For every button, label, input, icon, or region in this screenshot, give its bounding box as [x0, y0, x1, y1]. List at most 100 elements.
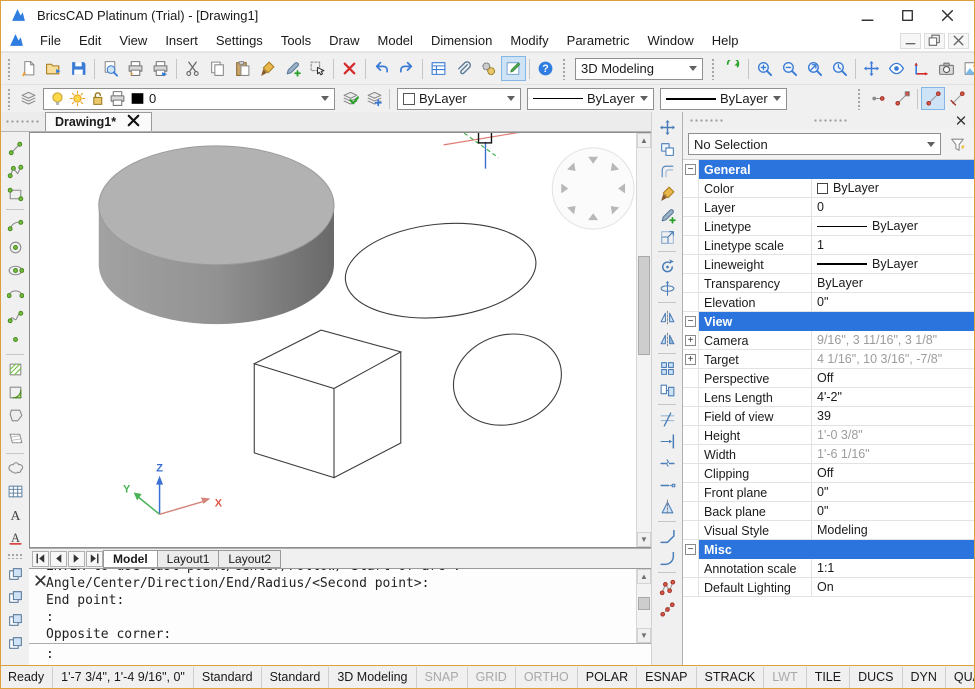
layer-select[interactable]: 0: [43, 88, 335, 110]
last-layout-button[interactable]: [86, 551, 103, 567]
property-value[interactable]: 4 1/16", 10 3/16", -7/8": [812, 350, 974, 368]
paste-icon[interactable]: [230, 56, 255, 81]
layer-states-icon[interactable]: [338, 87, 362, 110]
property-value[interactable]: 9/16", 3 11/16", 3 1/8": [812, 331, 974, 349]
mdi-close-button[interactable]: [948, 33, 969, 49]
explode-icon[interactable]: [655, 598, 679, 620]
property-row[interactable]: Annotation scale 1:1: [683, 559, 974, 578]
linetype-select[interactable]: ByLayer: [527, 88, 654, 110]
spline-icon[interactable]: [3, 305, 27, 328]
print-preview-icon[interactable]: [98, 56, 123, 81]
zoom-previous-icon[interactable]: [827, 56, 852, 81]
cut-icon[interactable]: [180, 56, 205, 81]
mdi-restore-button[interactable]: [924, 33, 945, 49]
first-layout-button[interactable]: [32, 551, 49, 567]
ucs-icon[interactable]: [909, 56, 934, 81]
box-entity[interactable]: [254, 330, 401, 478]
offset-icon[interactable]: [655, 160, 679, 182]
viewport-icon[interactable]: [3, 563, 27, 586]
property-row[interactable]: Layer 0: [683, 198, 974, 217]
property-value[interactable]: 0": [812, 483, 974, 501]
canvas-vertical-scrollbar[interactable]: ▲ ▼: [636, 133, 651, 547]
property-value[interactable]: 1'-0 3/8": [812, 426, 974, 444]
minimize-button[interactable]: [854, 6, 880, 26]
workspace-field[interactable]: 3D Modeling: [329, 667, 416, 688]
menu-item[interactable]: Modify: [501, 31, 557, 50]
eyedropper-icon[interactable]: [280, 56, 305, 81]
lengthen-icon[interactable]: [655, 474, 679, 496]
lineweight-select[interactable]: ByLayer: [660, 88, 787, 110]
menu-item[interactable]: Tools: [272, 31, 320, 50]
property-value[interactable]: 1:1: [812, 559, 974, 577]
viewport-icon[interactable]: [3, 609, 27, 632]
property-row[interactable]: + Camera 9/16", 3 11/16", 3 1/8": [683, 331, 974, 350]
trim-icon[interactable]: [655, 408, 679, 430]
property-value[interactable]: Off: [812, 464, 974, 482]
break-icon[interactable]: [655, 452, 679, 474]
status-toggle[interactable]: DYN: [903, 667, 946, 688]
maximize-button[interactable]: [894, 6, 920, 26]
drawing-canvas[interactable]: Z Y X: [30, 133, 636, 547]
property-row[interactable]: Visual Style Modeling: [683, 521, 974, 540]
attach-icon[interactable]: [451, 56, 476, 81]
layer-add-icon[interactable]: [362, 87, 386, 110]
line-icon[interactable]: [3, 137, 27, 160]
scroll-thumb[interactable]: [638, 597, 650, 610]
property-row[interactable]: Color ByLayer: [683, 179, 974, 198]
undo-icon[interactable]: [369, 56, 394, 81]
circle-icon[interactable]: [3, 236, 27, 259]
property-section-header[interactable]: − General: [683, 160, 974, 179]
property-value[interactable]: 1: [812, 236, 974, 254]
polyline-icon[interactable]: [3, 160, 27, 183]
selection-filter-select[interactable]: No Selection: [688, 133, 941, 155]
scroll-down-icon[interactable]: ▼: [637, 628, 651, 643]
save-icon[interactable]: [66, 56, 91, 81]
document-tab-close-icon[interactable]: [125, 112, 142, 132]
status-toggle[interactable]: POLAR: [578, 667, 637, 688]
property-row[interactable]: Height 1'-0 3/8": [683, 426, 974, 445]
color-select[interactable]: ByLayer: [397, 88, 521, 110]
status-toggle[interactable]: TILE: [807, 667, 850, 688]
boundary-icon[interactable]: [3, 381, 27, 404]
close-button[interactable]: [934, 6, 960, 26]
workspace-select[interactable]: 3D Modeling: [575, 58, 703, 80]
chamfer-icon[interactable]: [655, 525, 679, 547]
property-row[interactable]: Linetype scale 1: [683, 236, 974, 255]
property-row[interactable]: + Target 4 1/16", 10 3/16", -7/8": [683, 350, 974, 369]
rotate3d-icon[interactable]: [655, 277, 679, 299]
property-value[interactable]: ByLayer: [812, 255, 974, 273]
property-value[interactable]: On: [812, 578, 974, 596]
mtext-icon[interactable]: A: [3, 526, 27, 549]
menu-item[interactable]: Draw: [320, 31, 368, 50]
property-value[interactable]: 0": [812, 502, 974, 520]
snap-a-icon[interactable]: [866, 87, 890, 110]
menu-item[interactable]: Model: [369, 31, 422, 50]
hatch-icon[interactable]: [3, 358, 27, 381]
property-row[interactable]: Perspective Off: [683, 369, 974, 388]
pan-icon[interactable]: [859, 56, 884, 81]
property-section-header[interactable]: − Misc: [683, 540, 974, 559]
edit-drawing-icon[interactable]: [501, 56, 526, 81]
copy-clip-icon[interactable]: [205, 56, 230, 81]
status-toggle[interactable]: STRACK: [697, 667, 765, 688]
text-style-field[interactable]: Standard: [194, 667, 262, 688]
help-icon[interactable]: ?: [533, 56, 558, 81]
menu-item[interactable]: Help: [703, 31, 748, 50]
layout-tab[interactable]: Layout2: [218, 550, 281, 568]
property-row[interactable]: Elevation 0": [683, 293, 974, 312]
print-icon[interactable]: [123, 56, 148, 81]
regen-icon[interactable]: [720, 56, 745, 81]
text-icon[interactable]: A: [3, 503, 27, 526]
menu-item[interactable]: Window: [639, 31, 703, 50]
zoom-extents-icon[interactable]: [802, 56, 827, 81]
align-icon[interactable]: [655, 379, 679, 401]
zoom-out-icon[interactable]: [777, 56, 802, 81]
camera-icon[interactable]: [934, 56, 959, 81]
menu-item[interactable]: Parametric: [558, 31, 639, 50]
mdi-minimize-button[interactable]: [900, 33, 921, 49]
explorer-icon[interactable]: [426, 56, 451, 81]
new-file-icon[interactable]: [16, 56, 41, 81]
rotation-widget[interactable]: [552, 148, 634, 229]
rectangle-icon[interactable]: [3, 183, 27, 206]
properties-close-icon[interactable]: [954, 114, 968, 128]
